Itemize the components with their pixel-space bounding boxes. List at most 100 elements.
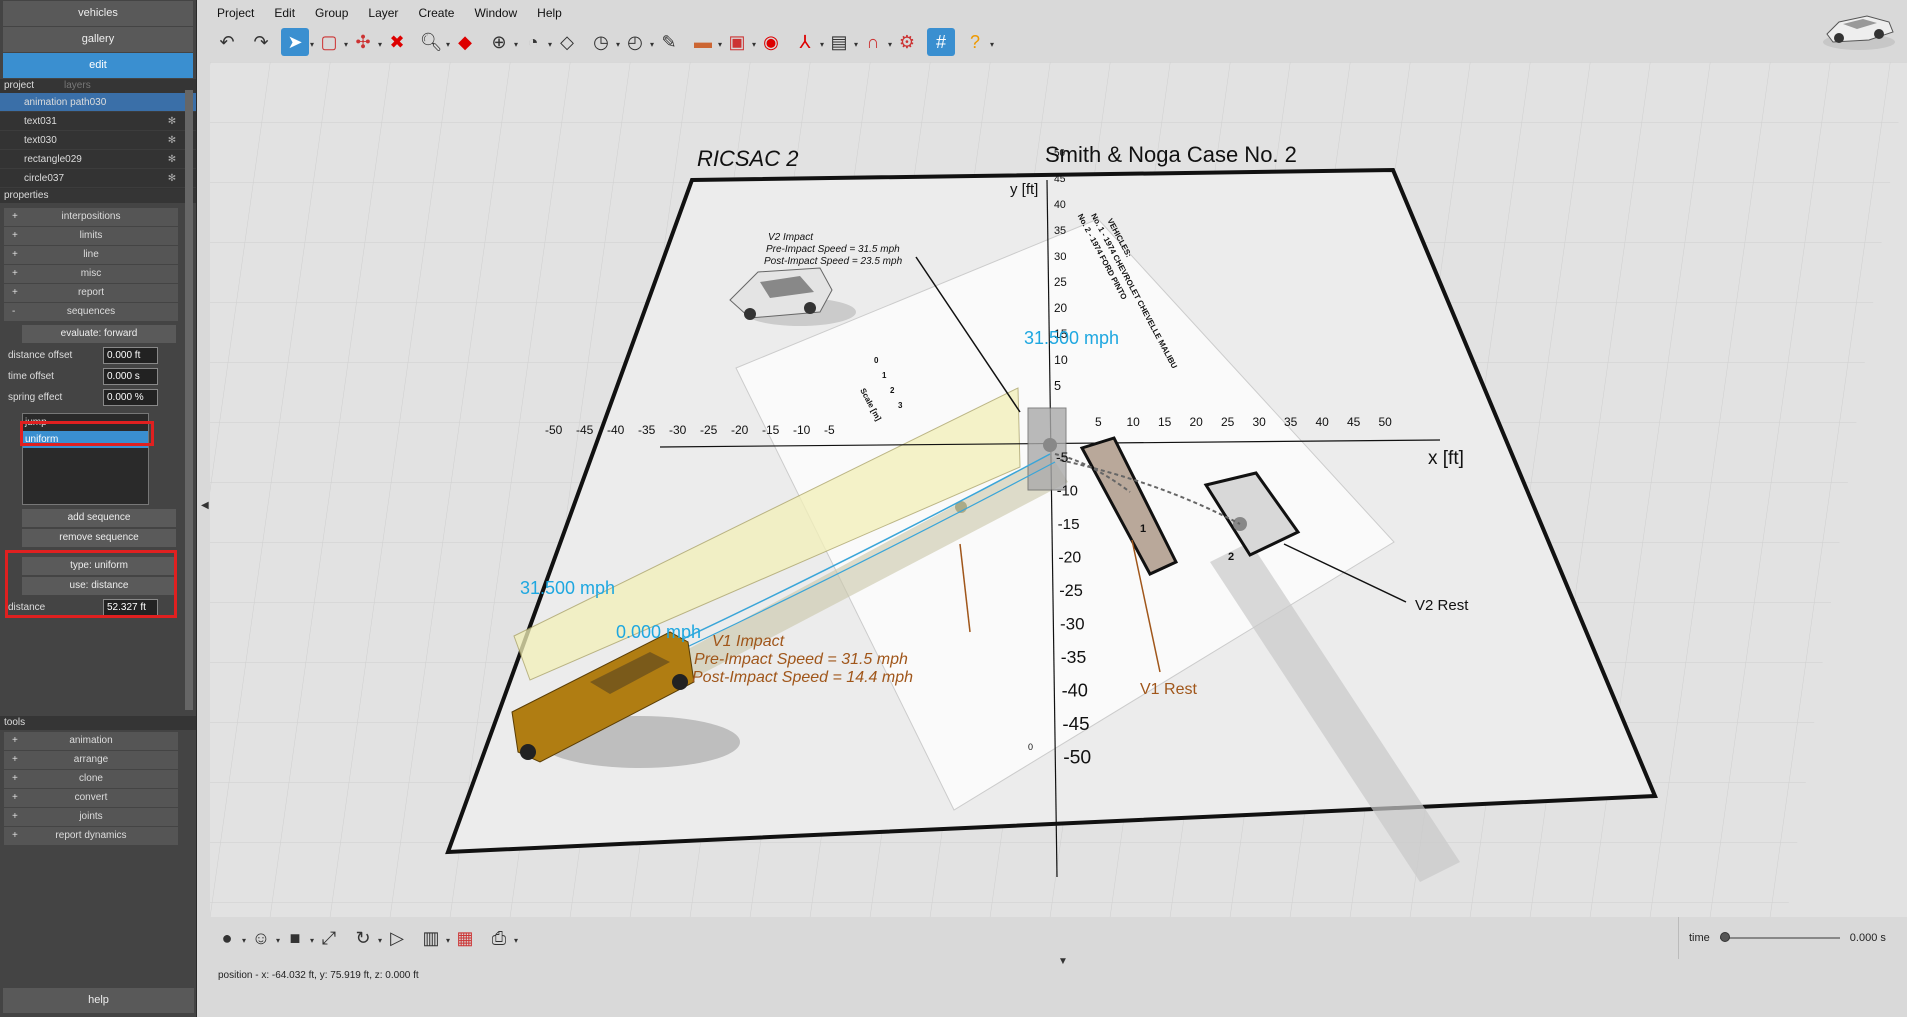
group-line[interactable]: + line — [4, 246, 178, 264]
project-item-text031[interactable]: text031 ✻ — [0, 112, 196, 131]
curve-icon[interactable]: ⤢ — [315, 924, 343, 952]
export-icon[interactable]: ▥ ▾ — [417, 924, 450, 952]
x-tick-label: 40 — [1316, 415, 1330, 429]
visibility-icon[interactable]: ✻ — [166, 116, 178, 128]
tool-arrange[interactable]: + arrange — [4, 751, 178, 769]
vehicles-button[interactable]: vehicles — [3, 1, 193, 26]
tool-clone[interactable]: + clone — [4, 770, 178, 788]
scale-tick: 2 — [890, 386, 895, 395]
time-slider[interactable] — [1719, 932, 1840, 942]
color-swatch-icon[interactable]: ■ ▾ — [281, 924, 314, 952]
group-misc[interactable]: + misc — [4, 265, 178, 283]
visibility-icon[interactable]: ✻ — [166, 154, 178, 166]
visibility-icon[interactable]: ✻ — [166, 135, 178, 147]
x-tick-label: 15 — [1158, 415, 1172, 429]
record-icon[interactable]: ◉ — [757, 28, 785, 56]
help-button[interactable]: help — [3, 988, 194, 1013]
rotate-icon[interactable]: ↻ ▾ — [349, 924, 382, 952]
y-tick-label: 35 — [1054, 225, 1066, 237]
knife-icon[interactable]: ▬ ▾ — [689, 28, 722, 56]
menu-edit[interactable]: Edit — [264, 2, 305, 24]
speed-icon[interactable]: ◷ ▾ — [587, 28, 620, 56]
menu-create[interactable]: Create — [408, 2, 464, 24]
redo-icon[interactable]: ↷ — [247, 28, 275, 56]
tab-project[interactable]: project — [4, 79, 34, 93]
speed-label-top: 31.500 mph — [1024, 328, 1119, 348]
tool-convert[interactable]: + convert — [4, 789, 178, 807]
list-item-label: text030 — [24, 135, 57, 146]
delete-x-icon[interactable]: ✖ — [383, 28, 411, 56]
report-icon[interactable]: ▦ — [451, 924, 479, 952]
vehicle-number-2: 2 — [1228, 551, 1234, 563]
speed-label-left: 31.500 mph — [520, 578, 615, 598]
scene-canvas[interactable]: RICSAC 2 Smith & Noga Case No. 2 y [ft] … — [210, 62, 1907, 917]
menu-window[interactable]: Window — [464, 2, 527, 24]
tool-animation[interactable]: + animation — [4, 732, 178, 750]
menu-help[interactable]: Help — [527, 2, 572, 24]
expand-icon: + — [12, 211, 18, 222]
collapse-left-icon[interactable]: ◀ — [201, 500, 209, 511]
vehicle-thumbnail[interactable] — [1819, 4, 1899, 54]
y-tick-label: 10 — [1054, 353, 1068, 367]
tab-layers[interactable]: layers — [64, 79, 91, 93]
y-tick-label: 50 — [1054, 148, 1066, 159]
project-item-text030[interactable]: text030 ✻ — [0, 131, 196, 150]
undo-icon[interactable]: ↶ — [213, 28, 241, 56]
group-report[interactable]: + report — [4, 284, 178, 302]
3d-viewport[interactable]: RICSAC 2 Smith & Noga Case No. 2 y [ft] … — [210, 62, 1907, 917]
x-tick-label: -15 — [762, 423, 780, 437]
properties-label: properties — [4, 190, 49, 201]
add-sequence-button[interactable]: add sequence — [22, 509, 176, 527]
group-sequences[interactable]: - sequences — [4, 303, 178, 321]
remove-sequence-button[interactable]: remove sequence — [22, 529, 176, 547]
time-slider-handle[interactable] — [1719, 932, 1730, 942]
x-tick-label: 5 — [1095, 415, 1102, 429]
evaluate-button[interactable]: evaluate: forward — [22, 325, 176, 343]
menu-layer[interactable]: Layer — [358, 2, 408, 24]
y-tick-label: 25 — [1054, 277, 1067, 289]
sphere-icon[interactable]: ● ▾ — [213, 924, 246, 952]
menu-group[interactable]: Group — [305, 2, 358, 24]
camera-icon[interactable]: ▣ ▾ — [723, 28, 756, 56]
v1-post-speed: Post-Impact Speed = 14.4 mph — [692, 669, 913, 686]
rect-select-icon[interactable]: ▢ ▾ — [315, 28, 348, 56]
group-label: report dynamics — [55, 830, 127, 841]
project-item-animation-path[interactable]: animation path030 — [0, 93, 196, 112]
group-interpositions[interactable]: + interpositions — [4, 208, 178, 226]
distance-offset-input[interactable]: 0.000 ft — [103, 346, 158, 364]
collapse-bottom-icon[interactable]: ▼ — [1058, 956, 1068, 967]
x-tick-label: 25 — [1221, 415, 1235, 429]
cube-icon[interactable]: ◆ — [451, 28, 479, 56]
project-item-rectangle029[interactable]: rectangle029 ✻ — [0, 150, 196, 169]
tool-report-dynamics[interactable]: + report dynamics — [4, 827, 178, 845]
group-limits[interactable]: + limits — [4, 227, 178, 245]
spring-effect-input[interactable]: 0.000 % — [103, 388, 158, 406]
menu-project[interactable]: Project — [207, 2, 264, 24]
gear-icon[interactable]: ⚙ — [893, 28, 921, 56]
print-icon[interactable]: ⎙ ▾ — [485, 924, 518, 952]
group-label: clone — [79, 773, 103, 784]
target-icon[interactable]: ⊕ ▾ — [485, 28, 518, 56]
properties-scrollbar[interactable] — [185, 90, 193, 710]
light-icon[interactable]: ✎ — [655, 28, 683, 56]
zoom-icon[interactable]: 🔍︎ ▾ — [417, 28, 450, 56]
y-axis-label: y [ft] — [1010, 181, 1038, 198]
visibility-icon[interactable]: ✻ — [166, 173, 178, 185]
time-offset-input[interactable]: 0.000 s — [103, 367, 158, 385]
help-icon[interactable]: ? ▾ — [961, 28, 994, 56]
magnet-icon[interactable]: ∩ ▾ — [859, 28, 892, 56]
play-icon[interactable]: ▷ — [383, 924, 411, 952]
grid-snap-icon[interactable]: # — [927, 28, 955, 56]
axes-icon[interactable]: ⅄ ▾ — [791, 28, 825, 56]
project-item-circle037[interactable]: circle037 ✻ — [0, 169, 196, 188]
layers-icon[interactable]: ▤ ▾ — [825, 28, 858, 56]
gallery-button[interactable]: gallery — [3, 27, 193, 52]
pin-icon[interactable]: ✣ ▾ — [349, 28, 382, 56]
head-icon[interactable]: ☺ ▾ — [247, 924, 280, 952]
grid-icon[interactable]: ◇ — [553, 28, 581, 56]
timer-icon[interactable]: ◴ ▾ — [621, 28, 654, 56]
tool-joints[interactable]: + joints — [4, 808, 178, 826]
select-arrow-icon[interactable]: ➤ ▾ — [281, 28, 314, 56]
edit-button[interactable]: edit — [3, 53, 193, 78]
measure-icon[interactable]: ◔ ▾ — [519, 28, 552, 56]
